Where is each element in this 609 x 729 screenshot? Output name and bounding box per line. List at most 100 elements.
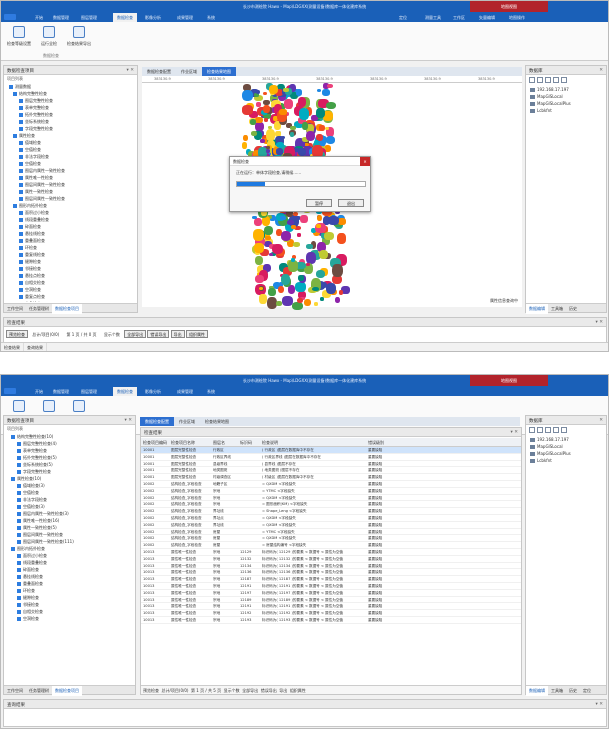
table-row[interactable]: 10013 属性唯一性检查 宗地 12197 标识码为( 12197 )的要素 < 数据…: [141, 590, 521, 597]
menu-item[interactable]: 数据管理: [53, 15, 69, 21]
table-row[interactable]: 10002 结构检查_字段检查 宗地 = QXDM <字段缺失 重要缺陷: [141, 495, 521, 502]
export-all-button[interactable]: 全部导出: [242, 688, 258, 693]
checkbox[interactable]: [17, 617, 21, 621]
checkbox[interactable]: [19, 127, 23, 131]
tab-toolbox[interactable]: 工具箱: [548, 304, 566, 314]
table-row[interactable]: 10002 结构检查_字段检查 界址线 = QXDM <字段缺失 重要缺陷: [141, 522, 521, 529]
tree-item[interactable]: 环检查: [7, 587, 135, 594]
file-menu-button[interactable]: [4, 388, 16, 394]
tree-item[interactable]: 属性检查: [7, 132, 137, 139]
export-button[interactable]: 导出: [170, 330, 185, 338]
checkbox[interactable]: [11, 477, 15, 481]
tree-item[interactable]: 图层内属性一致性检查: [7, 167, 137, 174]
tree-item[interactable]: 结构完整性检查: [7, 90, 137, 97]
pause-button[interactable]: 暂停: [306, 199, 332, 207]
tree-item[interactable]: 空值检查: [7, 160, 137, 167]
server-item[interactable]: MapGISLocalPlus: [530, 100, 606, 107]
preview-button[interactable]: 预览检查: [143, 688, 159, 693]
column-header[interactable]: 检查项目名称: [169, 438, 211, 447]
table-row[interactable]: 10013 属性唯一性检查 宗地 12191 标识码为( 12191 )的要素 < 数据…: [141, 603, 521, 611]
menu-item[interactable]: 数据管理: [53, 389, 69, 395]
properties-icon[interactable]: [561, 427, 567, 433]
tree-item[interactable]: 空洞检查: [7, 615, 135, 622]
table-row[interactable]: 10002 结构检查_字段检查 地籍子区 = QXDM <字段缺失 重要缺陷: [141, 481, 521, 488]
export-results-button[interactable]: 检查结果导出: [67, 26, 91, 47]
tab-result-map[interactable]: 检查结果地图: [200, 417, 234, 426]
export-error-button[interactable]: 错误导出: [261, 688, 277, 693]
tree-item[interactable]: 图层完整性检查(4): [7, 440, 135, 447]
tab-data-edit[interactable]: 数据编辑: [526, 686, 548, 696]
menu-item[interactable]: 矢量编辑: [479, 15, 495, 21]
pin-close-icons[interactable]: ▾ ✕: [127, 68, 134, 73]
checkbox[interactable]: [17, 442, 21, 446]
checkbox[interactable]: [19, 295, 23, 299]
tree-item[interactable]: 自相交检查: [7, 279, 137, 286]
checkbox[interactable]: [13, 204, 17, 208]
tree-item[interactable]: 图层内属性一致性检查(3): [7, 510, 135, 517]
checkbox[interactable]: [19, 274, 23, 278]
server-item[interactable]: MapGISLocalPlus: [530, 450, 606, 457]
menu-item[interactable]: 影像分析: [145, 389, 161, 395]
tree-item[interactable]: 环检查: [7, 244, 137, 251]
table-row[interactable]: 10001 图层完整性检查 行政区界线 ( 行政区界线 )图层在数据库中不存在 重要缺陷: [141, 454, 521, 461]
export-error-button[interactable]: 错误导出: [147, 330, 170, 338]
checkbox[interactable]: [19, 281, 23, 285]
close-icon[interactable]: ▾ ✕: [511, 430, 518, 435]
tree-item[interactable]: 属性一致性检查: [7, 188, 137, 195]
tree-item[interactable]: 非法字段检查: [7, 496, 135, 503]
tree-item[interactable]: 属性唯一性检查(16): [7, 517, 135, 524]
close-icon[interactable]: ✕: [599, 68, 603, 73]
tab-history[interactable]: 历史: [566, 304, 580, 314]
menu-item[interactable]: 图层管理: [81, 389, 97, 395]
server-item[interactable]: 192.168.17.197: [530, 86, 606, 93]
tree-item[interactable]: 图形内拓扑检查: [7, 545, 135, 552]
checkbox[interactable]: [19, 260, 23, 264]
menu-item[interactable]: 数据检查: [113, 13, 137, 22]
column-header[interactable]: 标识码: [238, 438, 260, 447]
tree-item[interactable]: 拓扑完整性检查: [7, 111, 137, 118]
pin-close-icons[interactable]: ▾ ✕: [125, 418, 132, 423]
checkbox[interactable]: [19, 148, 23, 152]
tree-item[interactable]: 空值检查: [7, 146, 137, 153]
checkbox[interactable]: [19, 288, 23, 292]
checkbox[interactable]: [17, 582, 21, 586]
delete-icon[interactable]: [553, 77, 559, 83]
tree-item[interactable]: 拓扑完整性检查(5): [7, 454, 135, 461]
menu-item[interactable]: 测量工具: [425, 15, 441, 21]
tab-history[interactable]: 历史: [566, 686, 580, 696]
server-item[interactable]: 192.168.17.197: [530, 436, 606, 443]
table-row[interactable]: 10013 属性唯一性检查 宗地 12129 标识码为( 12129 )的要素 < 数据…: [141, 549, 521, 556]
checkbox[interactable]: [17, 456, 21, 460]
table-row[interactable]: 10013 属性唯一性检查 宗地 12193 标识码为( 12193 )的要素 < 数据…: [141, 617, 521, 624]
table-row[interactable]: 10013 属性唯一性检查 宗地 12189 标识码为( 12189 )的要素 < 数据…: [141, 597, 521, 604]
export-all-button[interactable]: 全部导出: [124, 330, 147, 338]
tab-check-items[interactable]: 数据检查项目: [52, 304, 82, 314]
menu-item[interactable]: 影像分析: [145, 15, 161, 21]
checkbox[interactable]: [13, 92, 17, 96]
tab-work-area[interactable]: 作业区域: [176, 67, 202, 76]
checkbox[interactable]: [19, 267, 23, 271]
tree-item[interactable]: 空值检查: [7, 489, 135, 496]
table-row[interactable]: 10013 属性唯一性检查 宗地 12191 标识码为( 12191 )的要素 < 数据…: [141, 583, 521, 590]
tree-item[interactable]: 字段完整性检查: [7, 125, 137, 132]
tab-check-config[interactable]: 数据检查配置: [140, 417, 174, 426]
tree-item[interactable]: 非法字段检查: [7, 153, 137, 160]
checkbox[interactable]: [17, 603, 21, 607]
checkbox[interactable]: [17, 484, 21, 488]
column-header[interactable]: 检查项目编码: [141, 438, 169, 447]
exit-button[interactable]: 退出: [338, 199, 364, 207]
table-row[interactable]: 10002 结构检查_字段检查 房屋 = 房屋结构编号 <字段缺失 重要缺陷: [141, 542, 521, 549]
checkbox[interactable]: [19, 106, 23, 110]
properties-icon[interactable]: [561, 77, 567, 83]
menu-item[interactable]: 成果管理: [177, 15, 193, 21]
tree-item[interactable]: 悬挂点检查: [7, 272, 137, 279]
tree-item[interactable]: 字段完整性检查: [7, 468, 135, 475]
checkbox[interactable]: [17, 526, 21, 530]
table-row[interactable]: 10013 属性唯一性检查 宗地 12136 标识码为( 12136 )的要素 < 数据…: [141, 569, 521, 577]
table-row[interactable]: 10013 属性唯一性检查 宗地 12134 标识码为( 12134 )的要素 < 数据…: [141, 563, 521, 570]
tree-item[interactable]: 属性一致性检查(5): [7, 524, 135, 531]
checkbox[interactable]: [19, 169, 23, 173]
checkbox[interactable]: [19, 197, 23, 201]
refresh-icon[interactable]: [537, 427, 543, 433]
tree-item[interactable]: 尖角检查: [7, 300, 137, 302]
